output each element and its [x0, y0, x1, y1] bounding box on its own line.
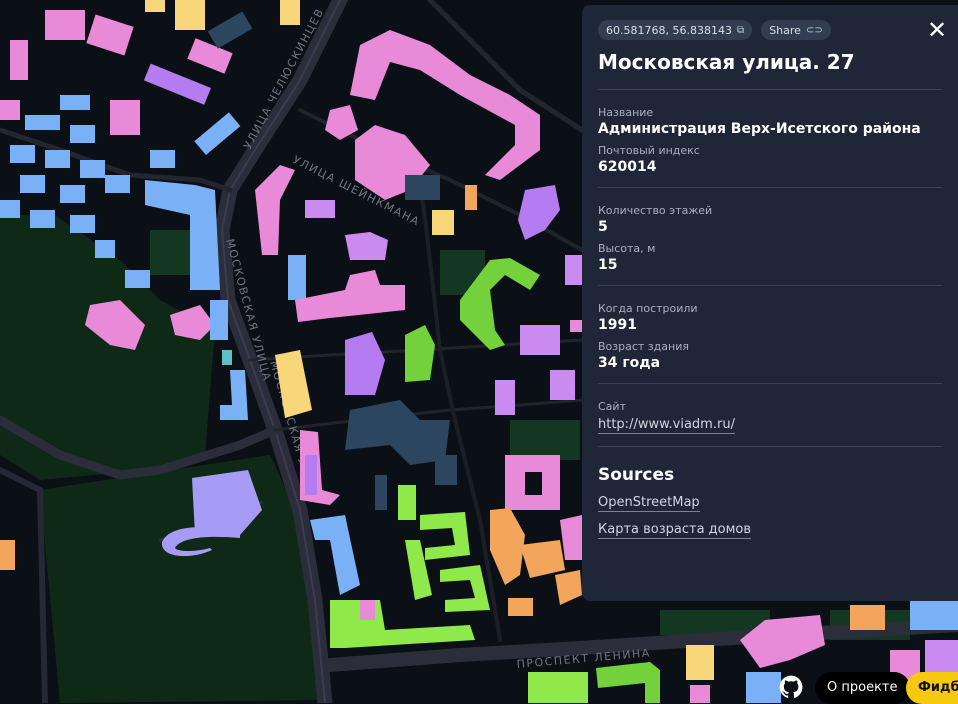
site-link[interactable]: http://www.viadm.ru/	[598, 417, 735, 434]
height-label: Высота, м	[598, 242, 656, 255]
building	[60, 185, 85, 203]
floors-value: 5	[598, 219, 608, 235]
building	[70, 125, 95, 143]
building	[280, 0, 300, 25]
building	[570, 320, 582, 332]
postcode-label: Почтовый индекс	[598, 144, 700, 157]
height-value: 15	[598, 257, 618, 273]
building	[690, 685, 710, 703]
building	[0, 200, 20, 218]
building	[432, 210, 454, 235]
building	[10, 145, 35, 163]
building	[288, 255, 306, 300]
building	[305, 200, 335, 218]
age-label: Возраст здания	[598, 340, 689, 353]
info-group-site: Сайт http://www.viadm.ru/	[598, 384, 942, 446]
building	[528, 672, 588, 703]
building	[360, 600, 375, 620]
building	[80, 160, 105, 178]
park-area	[150, 230, 195, 275]
floors-label: Количество этажей	[598, 204, 713, 217]
building-address-title: Московская улица. 27	[598, 50, 855, 74]
info-group-floors: Количество этажей 5 Высота, м 15	[598, 188, 942, 285]
building	[70, 215, 95, 233]
building	[0, 100, 20, 120]
park-area	[40, 455, 320, 703]
building	[175, 0, 205, 30]
building	[520, 325, 560, 355]
sources-title: Sources	[598, 465, 675, 485]
building	[746, 672, 781, 703]
age-value: 34 года	[598, 355, 661, 371]
github-icon[interactable]	[778, 674, 804, 700]
building	[910, 600, 958, 630]
feedback-button[interactable]: Фидбэк	[906, 672, 958, 704]
building	[405, 175, 440, 200]
building	[222, 350, 232, 365]
sources-section: Sources OpenStreetMap Карта возраста дом…	[598, 447, 942, 561]
share-label: Share	[769, 23, 801, 37]
close-icon[interactable]: ✕	[924, 17, 950, 43]
building-info-panel: 60.581768, 56.838143 ⧉ Share ⊂⊃ ✕ Москов…	[582, 5, 958, 601]
built-label: Когда построили	[598, 302, 698, 315]
building	[95, 240, 115, 258]
name-label: Название	[598, 106, 654, 119]
building	[30, 210, 55, 228]
link-icon: ⊂⊃	[805, 24, 823, 36]
building	[465, 185, 477, 210]
building	[145, 0, 165, 12]
share-button[interactable]: Share ⊂⊃	[761, 20, 831, 40]
building	[150, 150, 175, 168]
info-group-age: Когда построили 1991 Возраст здания 34 г…	[598, 286, 942, 383]
building	[686, 645, 714, 680]
building	[125, 270, 150, 288]
building	[850, 605, 885, 630]
building	[398, 485, 416, 520]
site-label: Сайт	[598, 400, 626, 413]
building	[495, 380, 515, 415]
building	[375, 475, 387, 510]
building	[210, 300, 228, 340]
park-area	[510, 420, 580, 460]
building	[20, 175, 45, 193]
postcode-value: 620014	[598, 159, 657, 175]
name-value: Администрация Верх-Исетского района	[598, 121, 921, 137]
coordinates-text: 60.581768, 56.838143	[606, 23, 732, 37]
copy-icon[interactable]: ⧉	[737, 25, 744, 36]
building	[435, 455, 457, 485]
building	[508, 598, 533, 616]
building	[110, 100, 140, 135]
building	[45, 150, 70, 168]
source-link-openstreetmap[interactable]: OpenStreetMap	[598, 495, 700, 512]
coordinates-chip[interactable]: 60.581768, 56.838143 ⧉	[598, 20, 753, 40]
building	[105, 175, 130, 193]
building	[550, 370, 575, 400]
info-group-name: Название Администрация Верх-Исетского ра…	[598, 90, 942, 187]
building	[0, 540, 15, 570]
building	[10, 40, 28, 80]
building	[45, 10, 85, 40]
panel-header-chips: 60.581768, 56.838143 ⧉ Share ⊂⊃	[598, 20, 942, 40]
built-value: 1991	[598, 317, 637, 333]
source-link-building-age-map[interactable]: Карта возраста домов	[598, 522, 752, 539]
building	[25, 115, 60, 130]
about-button[interactable]: О проекте	[815, 672, 910, 704]
building	[60, 95, 90, 110]
building	[565, 255, 582, 285]
building	[305, 455, 317, 495]
